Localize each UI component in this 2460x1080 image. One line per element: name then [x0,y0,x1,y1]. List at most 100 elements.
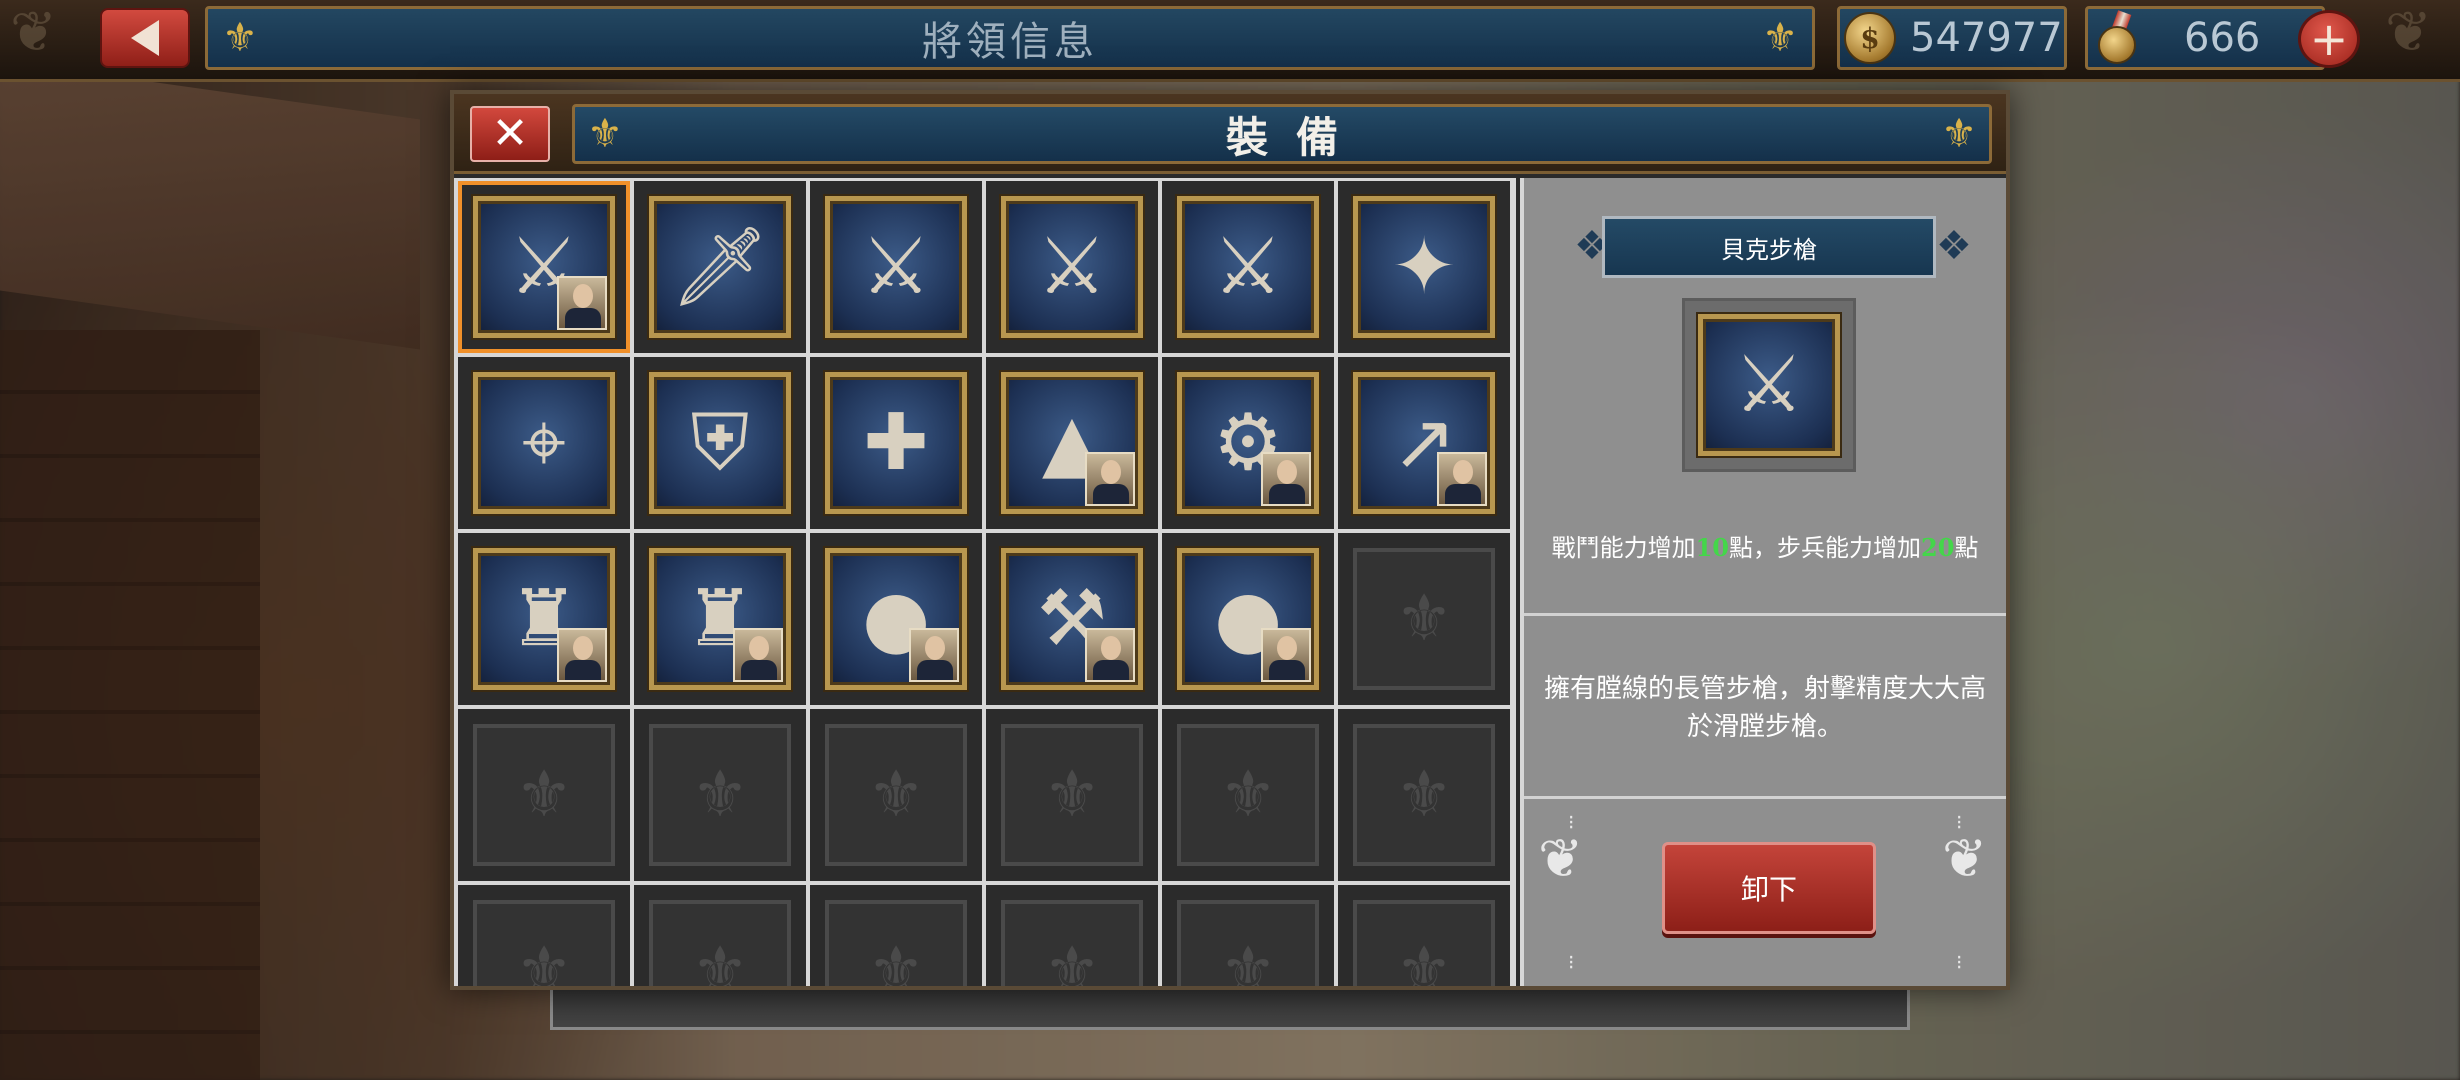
inventory-slot[interactable]: ⚜ [810,709,982,881]
corner-ornament-icon: ❦ [2385,0,2432,65]
inventory-slot[interactable]: ✚ [810,357,982,529]
inventory-slot[interactable]: ⚜ [1162,709,1334,881]
inventory-slot[interactable]: ⚔ [1162,181,1334,353]
inventory-slot[interactable]: ⚜ [634,709,806,881]
inventory-slot[interactable]: ⚜ [1338,885,1510,986]
gold-counter: $ 547977 [1837,6,2067,70]
unequip-label: 卸下 [1740,873,1797,906]
inventory-slot[interactable]: ⚜ [1338,533,1510,705]
gold-value: 547977 [1910,15,2063,61]
back-arrow-icon [131,20,159,56]
scroll-ornament-icon: ❦ [1538,827,1584,890]
spear-icon: ↗ [1353,372,1495,514]
general-portrait-icon [1261,628,1311,682]
empty-slot-icon: ⚜ [825,900,967,986]
inventory-slot[interactable]: ⚜ [810,885,982,986]
item-detail-panel: ❖ 貝克步槍 ❖ ⚔ 戰鬥能力增加10點，步兵能力增加20點 擁有膛線的長管步槍… [1520,178,2006,986]
effect-suffix: 點 [1954,534,1979,562]
cavalry-sabre-2-icon: ⚔ [1177,196,1319,338]
general-portrait-icon [1085,452,1135,506]
gunpowder-icon: ▲ [1001,372,1143,514]
gold-coin-icon: $ [1844,12,1896,64]
medal-counter: 666 [2085,6,2325,70]
general-portrait-icon [1085,628,1135,682]
sextant-icon: ✦ [1353,196,1495,338]
general-portrait-icon [1437,452,1487,506]
uniform-icon: ♜ [473,548,615,690]
fleur-de-lis-icon: ⚜ [587,111,623,157]
dots-icon: ⁝ [1568,950,1575,974]
medal-value: 666 [2184,15,2261,61]
dialog-title-bar: ⚜ 裝備 ⚜ [572,104,1992,164]
effect-mid: 點，步兵能力增加 [1729,534,1921,562]
inventory-slot[interactable]: ⚔ [986,181,1158,353]
empty-slot-icon: ⚜ [649,900,791,986]
inventory-slot[interactable]: ♜ [634,533,806,705]
item-name: 貝克步槍 [1721,235,1817,264]
sabre-icon: ⚔ [825,196,967,338]
back-button[interactable] [100,8,190,68]
item-description-section: 擁有膛線的長管步槍，射擊精度大大高於滑膛步槍。 [1524,619,2006,799]
inventory-slot[interactable]: ⚜ [458,709,630,881]
inventory-slot[interactable]: ♜ [458,533,630,705]
ornament-icon: ❖ [1936,223,1972,269]
empty-slot-icon: ⚜ [1353,724,1495,866]
cavalry-sabre-icon: ⚔ [1001,196,1143,338]
empty-slot-icon: ⚜ [825,724,967,866]
unequip-button[interactable]: 卸下 [1662,842,1876,934]
empty-slot-icon: ⚜ [473,900,615,986]
inventory-slot[interactable]: ● [1162,533,1334,705]
musket-icon: ⚔ [473,196,615,338]
close-button[interactable]: ✕ [470,106,550,162]
item-summary: ❖ 貝克步槍 ❖ ⚔ 戰鬥能力增加10點，步兵能力增加20點 [1524,178,2006,616]
effect-value-combat: 10 [1695,533,1729,562]
inventory-slot[interactable]: ⚒ [986,533,1158,705]
inventory-slot[interactable]: ⚜ [986,709,1158,881]
empty-slot-icon: ⚜ [473,724,615,866]
item-actions: ⁝ ❦ ⁝ 卸下 ⁝ ❦ ⁝ [1524,802,2006,986]
inventory-slot[interactable]: ⚜ [1338,709,1510,881]
dagger-icon: 🗡 [649,196,791,338]
inventory-slot[interactable]: ● [810,533,982,705]
item-name-plate: 貝克步槍 [1602,216,1936,278]
inventory-slot[interactable]: ▲ [986,357,1158,529]
medical-cart-icon: ✚ [825,372,967,514]
inventory-slot[interactable]: ⚔ [810,181,982,353]
add-currency-button[interactable]: + [2298,10,2360,68]
item-effect: 戰鬥能力增加10點，步兵能力增加20點 [1524,528,2006,563]
inventory-slot[interactable]: ↗ [1338,357,1510,529]
inventory-slot[interactable]: 🗡 [634,181,806,353]
inventory-slot[interactable]: ⚜ [1162,885,1334,986]
empty-slot-icon: ⚜ [1353,548,1495,690]
inventory-slot[interactable]: ⚜ [458,885,630,986]
title-bar: ⚜ 將領信息 ⚜ [205,6,1815,70]
musket-icon: ⚔ [1698,314,1840,456]
telescope-icon: ⌖ [473,372,615,514]
corner-ornament-icon: ❦ [10,0,57,65]
empty-slot-icon: ⚜ [1001,900,1143,986]
general-portrait-icon [557,276,607,330]
inventory-slot[interactable]: ⚙ [1162,357,1334,529]
empty-slot-icon: ⚜ [1177,900,1319,986]
item-description: 擁有膛線的長管步槍，射擊精度大大高於滑膛步槍。 [1543,673,1986,742]
inventory-slot[interactable]: ⚜ [986,885,1158,986]
general-portrait-icon [1261,452,1311,506]
cannon-icon: ⚒ [1001,548,1143,690]
inventory-slot[interactable]: ⛨ [634,357,806,529]
empty-slot-icon: ⚜ [1001,724,1143,866]
scroll-ornament-icon: ❦ [1942,827,1988,890]
fleur-de-lis-icon: ⚜ [1941,111,1977,157]
empty-slot-icon: ⚜ [1353,900,1495,986]
inventory-slot[interactable]: ⚜ [634,885,806,986]
general-portrait-icon [733,628,783,682]
inventory-grid[interactable]: ⚔ 🗡 ⚔ ⚔ ⚔ ✦ ⌖ ⛨ ✚ ▲ ⚙ ↗ ♜ ♜ ● ⚒ ● ⚜ ⚜ ⚜ ⚜ ⚜ ⚜ ⚜ ⚜ ⚜ ⚜ ⚜ ⚜ ⚜ [454,178,1516,986]
inventory-slot[interactable]: ⌖ [458,357,630,529]
effect-prefix: 戰鬥能力增加 [1551,534,1696,562]
pistol-icon: ⚙ [1177,372,1319,514]
inventory-slot[interactable]: ⚔ [458,181,630,353]
uniform-2-icon: ♜ [649,548,791,690]
inventory-slot[interactable]: ✦ [1338,181,1510,353]
effect-value-infantry: 20 [1921,533,1955,562]
selected-item-preview: ⚔ [1682,298,1856,472]
page-title: 將領信息 [922,19,1098,65]
